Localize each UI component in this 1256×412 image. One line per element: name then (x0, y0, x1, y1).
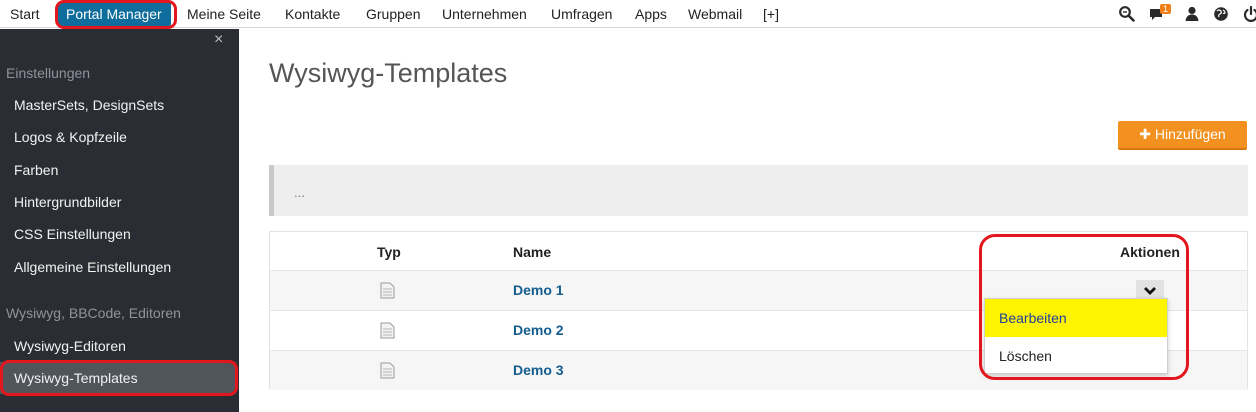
search-icon[interactable] (1118, 5, 1136, 23)
annotation-ring-sidebar (0, 360, 238, 396)
notification-badge: 1 (1160, 4, 1172, 14)
nav-gruppen[interactable]: Gruppen (366, 0, 420, 28)
add-button[interactable]: ✚ Hinzufügen (1118, 121, 1247, 150)
sidebar: × Einstellungen MasterSets, DesignSets L… (0, 29, 239, 412)
sidebar-item-css[interactable]: CSS Einstellungen (14, 226, 131, 242)
nav-apps[interactable]: Apps (635, 0, 667, 28)
globe-icon[interactable] (1212, 5, 1230, 23)
template-link-demo-1[interactable]: Demo 1 (513, 282, 564, 298)
template-link-demo-2[interactable]: Demo 2 (513, 322, 564, 338)
sidebar-item-logos[interactable]: Logos & Kopfzeile (14, 129, 127, 145)
column-header-name: Name (513, 244, 552, 260)
plus-icon: ✚ (1139, 126, 1155, 142)
nav-meine-seite[interactable]: Meine Seite (187, 0, 261, 28)
template-link-demo-3[interactable]: Demo 3 (513, 362, 564, 378)
add-button-label: Hinzufügen (1154, 126, 1226, 142)
power-icon[interactable] (1242, 5, 1256, 23)
sidebar-item-hintergrundbilder[interactable]: Hintergrundbilder (14, 194, 121, 210)
document-icon (380, 322, 395, 339)
page-title: Wysiwyg-Templates (269, 58, 508, 88)
top-navbar: Start Portal Manager Meine Seite Kontakt… (0, 0, 1256, 28)
sidebar-item-wysiwyg-editoren[interactable]: Wysiwyg-Editoren (14, 338, 126, 354)
info-box: ... (269, 165, 1248, 216)
nav-unternehmen[interactable]: Unternehmen (442, 0, 527, 28)
document-icon (380, 362, 395, 379)
user-icon[interactable] (1183, 5, 1201, 23)
document-icon (380, 282, 395, 299)
sidebar-item-allgemeine[interactable]: Allgemeine Einstellungen (14, 259, 171, 275)
sidebar-item-farben[interactable]: Farben (14, 162, 58, 178)
info-text: ... (294, 185, 305, 200)
close-icon[interactable]: × (214, 31, 223, 49)
nav-umfragen[interactable]: Umfragen (551, 0, 612, 28)
nav-kontakte[interactable]: Kontakte (285, 0, 340, 28)
nav-more[interactable]: [+] (763, 0, 779, 28)
sidebar-item-mastersets[interactable]: MasterSets, DesignSets (14, 97, 164, 113)
annotation-ring-actions (979, 234, 1189, 380)
sidebar-section-wysiwyg: Wysiwyg, BBCode, Editoren (6, 305, 181, 321)
nav-webmail[interactable]: Webmail (688, 0, 742, 28)
annotation-ring-portal-manager (55, 0, 177, 29)
nav-start[interactable]: Start (10, 0, 40, 28)
sidebar-section-einstellungen: Einstellungen (6, 65, 91, 81)
column-header-typ: Typ (377, 244, 401, 260)
